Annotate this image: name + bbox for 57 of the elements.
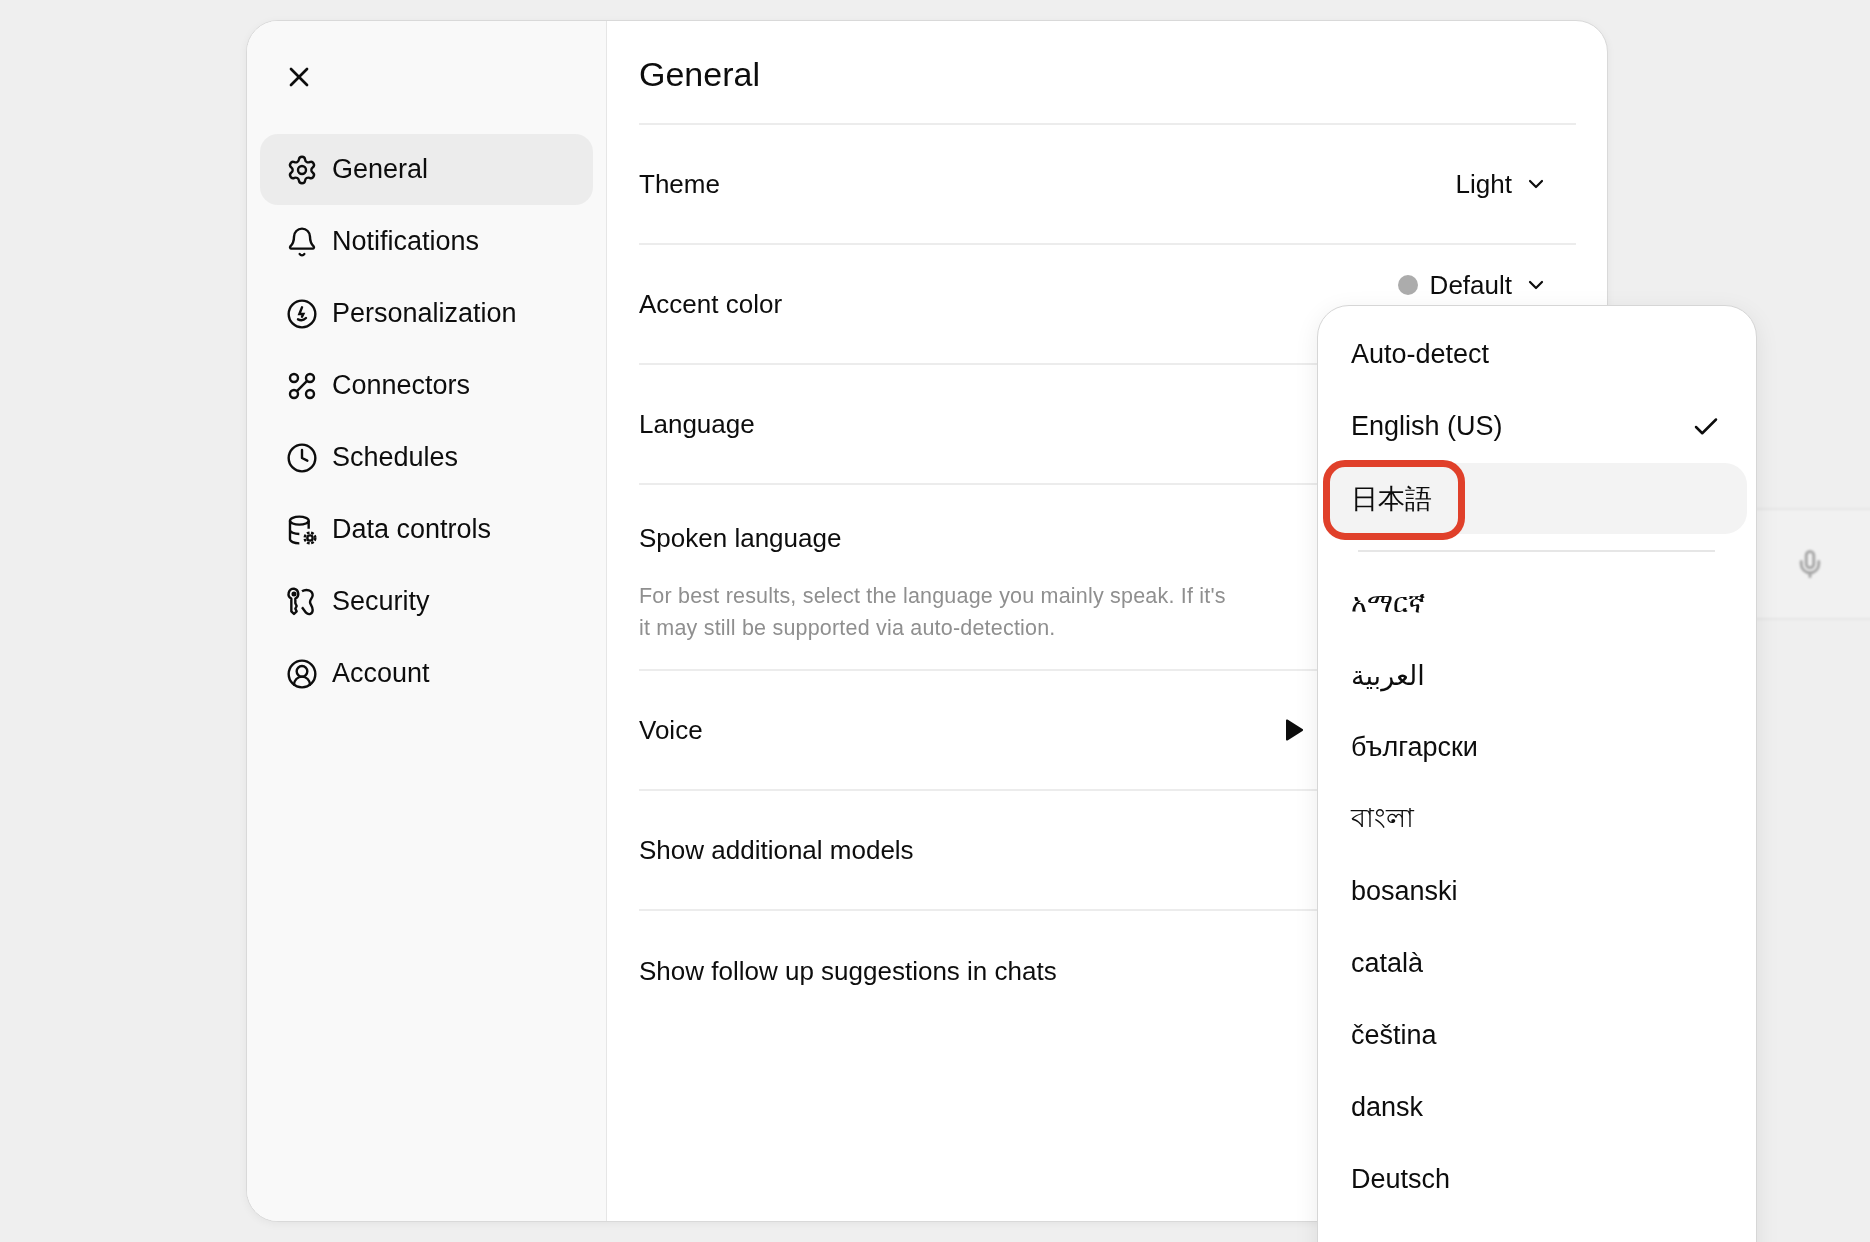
language-option[interactable]: dansk	[1326, 1072, 1747, 1143]
sidebar-item-label: Personalization	[332, 298, 517, 329]
theme-select[interactable]: Light	[1455, 168, 1548, 200]
clock-icon	[286, 441, 318, 474]
language-option[interactable]: čeština	[1326, 1000, 1747, 1071]
language-option-label: čeština	[1351, 1020, 1437, 1051]
accent-select[interactable]: Default	[1397, 269, 1548, 301]
bell-icon	[286, 225, 318, 258]
language-option-label: Deutsch	[1351, 1164, 1451, 1195]
setting-label: Accent color	[639, 288, 783, 320]
play-button[interactable]	[1284, 718, 1304, 742]
language-option-label: bosanski	[1351, 876, 1458, 907]
sidebar-item-label: Security	[332, 586, 430, 617]
user-icon	[286, 657, 318, 690]
setting-label: Show additional models	[639, 834, 914, 866]
language-option-label: አማርኛ	[1351, 588, 1425, 619]
language-option[interactable]: Auto-detect	[1326, 319, 1747, 390]
language-option[interactable]: bosanski	[1326, 856, 1747, 927]
setting-label: Theme	[639, 168, 720, 200]
language-option-label: 日本語	[1351, 482, 1432, 516]
sidebar-item-label: Schedules	[332, 442, 459, 473]
language-option-label: বাংলা	[1351, 802, 1414, 835]
language-option-label: català	[1351, 948, 1424, 979]
settings-icon	[286, 153, 318, 186]
sidebar-item[interactable]: Personalization	[260, 278, 593, 349]
sidebar-item[interactable]: Data controls	[260, 494, 593, 565]
color-dot	[1397, 275, 1418, 295]
sidebar-item-label: Connectors	[332, 370, 471, 401]
language-option[interactable]: বাংলা	[1326, 784, 1747, 855]
sidebar-item[interactable]: Connectors	[260, 350, 593, 421]
language-option[interactable]: български	[1326, 712, 1747, 783]
language-option[interactable]: አማርኛ	[1326, 568, 1747, 639]
setting-description: For best results, select the language you mainly speak. If it's it may still be supported via auto-detection.	[639, 583, 1226, 642]
section-title: General	[639, 21, 1576, 125]
setting-label: Show follow up suggestions in chats	[639, 955, 1057, 987]
language-option-label: български	[1351, 732, 1478, 763]
setting-label: Spoken language	[639, 523, 842, 554]
sidebar-item[interactable]: Schedules	[260, 422, 593, 493]
language-option-label: dansk	[1351, 1092, 1424, 1123]
language-option[interactable]: English (US)	[1326, 391, 1747, 462]
language-option-label: English (US)	[1351, 411, 1503, 442]
language-option-label: Auto-detect	[1351, 339, 1490, 370]
sidebar-item[interactable]: General	[260, 134, 593, 205]
sidebar-item-label: Notifications	[332, 226, 480, 257]
language-option[interactable]: Deutsch	[1326, 1144, 1747, 1215]
sidebar-item-label: General	[332, 154, 429, 185]
sidebar-item[interactable]: Notifications	[260, 206, 593, 277]
database-icon	[286, 513, 318, 546]
sidebar-item[interactable]: Security	[260, 566, 593, 637]
sidebar-item-label: Account	[332, 658, 430, 689]
language-option-label: العربية	[1351, 659, 1425, 692]
sidebar-item-label: Data controls	[332, 514, 492, 545]
setting-label: Voice	[639, 714, 703, 746]
setting-label: Language	[639, 408, 755, 440]
sidebar-item[interactable]: Account	[260, 638, 593, 709]
language-option[interactable]: العربية	[1326, 640, 1747, 711]
language-option[interactable]: català	[1326, 928, 1747, 999]
